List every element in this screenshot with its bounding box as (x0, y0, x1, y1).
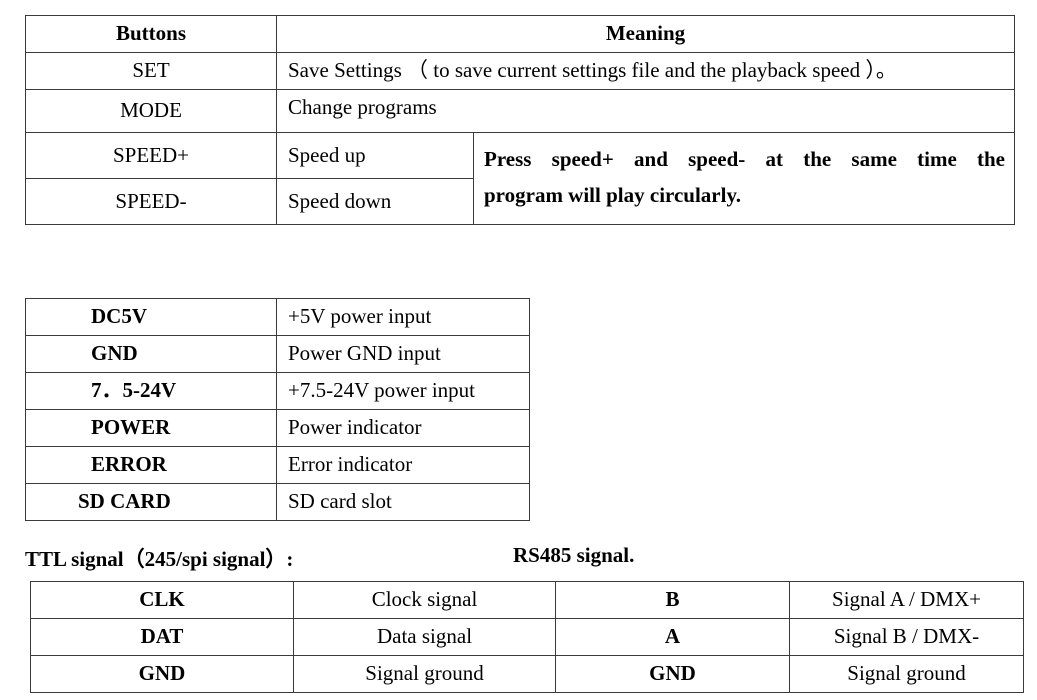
port-name: GND (25, 335, 277, 373)
rs485-signal-heading: RS485 signal. (513, 543, 635, 567)
table-row: DC5V +5V power input (25, 298, 530, 336)
port-meaning: SD card slot (276, 483, 530, 521)
rs485-meaning: Signal A / DMX+ (789, 581, 1024, 619)
button-name: MODE (25, 89, 277, 133)
rs485-pin: B (555, 581, 790, 619)
table-row: SD CARD SD card slot (25, 483, 530, 521)
button-meaning: Save Settings （ to save current settings… (276, 52, 1015, 90)
port-name: 7．5-24V (25, 372, 277, 410)
port-meaning: Power indicator (276, 409, 530, 447)
table-row: ERROR Error indicator (25, 446, 530, 484)
table-row: DAT Data signal A Signal B / DMX- (30, 618, 1024, 656)
port-name: SD CARD (25, 483, 277, 521)
port-meaning: +7.5-24V power input (276, 372, 530, 410)
button-name: SET (25, 52, 277, 90)
header-meaning: Meaning (276, 15, 1015, 53)
rs485-meaning: Signal ground (789, 655, 1024, 693)
table-header-row: Buttons Meaning (25, 15, 1015, 53)
speed-note: Press speed+ and speed- at the same time… (473, 132, 1015, 225)
rs485-pin: A (555, 618, 790, 656)
port-name: POWER (25, 409, 277, 447)
header-buttons: Buttons (25, 15, 277, 53)
rs485-pin: GND (555, 655, 790, 693)
port-meaning: +5V power input (276, 298, 530, 336)
table-row: CLK Clock signal B Signal A / DMX+ (30, 581, 1024, 619)
ports-table: DC5V +5V power input GND Power GND input… (25, 298, 530, 521)
ttl-pin: DAT (30, 618, 294, 656)
signal-table: CLK Clock signal B Signal A / DMX+ DAT D… (30, 581, 1024, 693)
ttl-meaning: Signal ground (293, 655, 556, 693)
table-row: POWER Power indicator (25, 409, 530, 447)
buttons-table: Buttons Meaning SET Save Settings （ to s… (25, 15, 1015, 225)
port-meaning: Error indicator (276, 446, 530, 484)
button-meaning: Change programs (276, 89, 1015, 133)
table-row: GND Power GND input (25, 335, 530, 373)
button-meaning: Speed down (276, 178, 474, 225)
speed-note-line2: program will play circularly. (484, 183, 742, 207)
button-name: SPEED- (25, 178, 277, 225)
button-meaning: Speed up (276, 132, 474, 179)
table-row: GND Signal ground GND Signal ground (30, 655, 1024, 693)
table-row: 7．5-24V +7.5-24V power input (25, 372, 530, 410)
ttl-meaning: Data signal (293, 618, 556, 656)
button-name: SPEED+ (25, 132, 277, 179)
ttl-pin: CLK (30, 581, 294, 619)
table-row: MODE Change programs (25, 89, 1015, 133)
port-meaning: Power GND input (276, 335, 530, 373)
rs485-meaning: Signal B / DMX- (789, 618, 1024, 656)
speed-note-line1: Press speed+ and speed- at the same time… (484, 147, 1005, 171)
port-name: DC5V (25, 298, 277, 336)
ttl-pin: GND (30, 655, 294, 693)
port-name: ERROR (25, 446, 277, 484)
ttl-signal-heading: TTL signal（245/spi signal）: (25, 547, 294, 571)
ttl-meaning: Clock signal (293, 581, 556, 619)
table-row: SET Save Settings （ to save current sett… (25, 52, 1015, 90)
table-row: SPEED+ Speed up Press speed+ and speed- … (25, 132, 1015, 225)
